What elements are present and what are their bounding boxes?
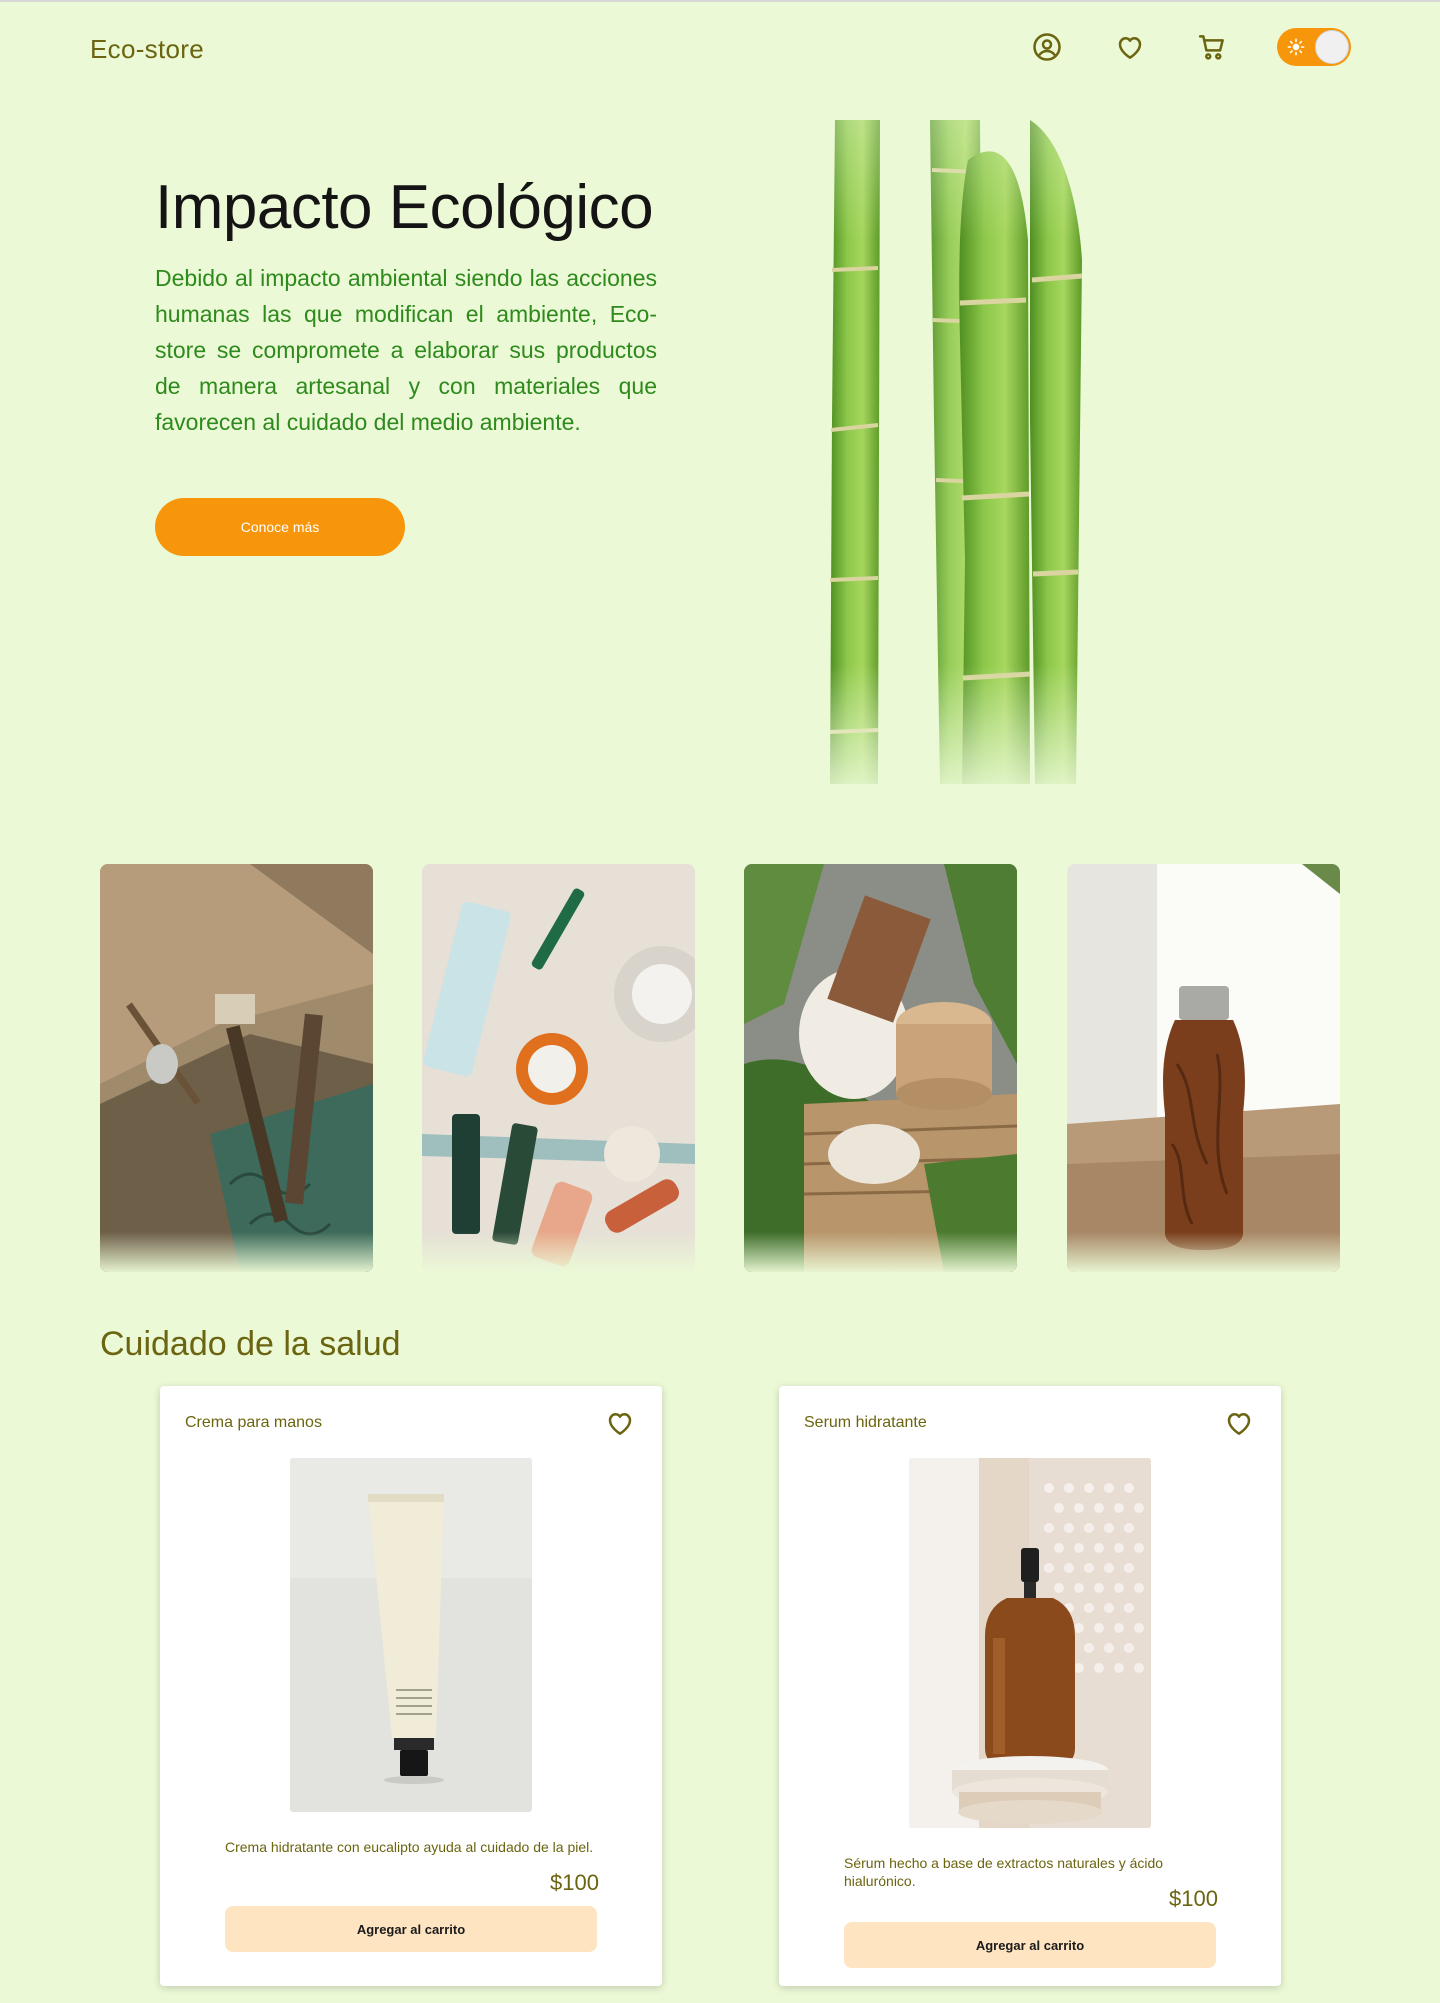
- product-image-hand-cream[interactable]: [290, 1458, 532, 1812]
- cart-icon[interactable]: [1195, 30, 1229, 64]
- hero-title: Impacto Ecológico: [155, 173, 654, 242]
- hero-description: Debido al impacto ambiental siendo las a…: [155, 265, 657, 435]
- product-card: Serum hidratante Sérum hecho a base de e…: [779, 1386, 1281, 1986]
- product-card: Crema para manos Crema hidratante con eu…: [160, 1386, 662, 1986]
- favorite-heart-icon[interactable]: [1224, 1408, 1256, 1440]
- site-header: Eco-store: [0, 2, 1440, 102]
- gallery-image-water-bottle[interactable]: [1067, 864, 1340, 1272]
- product-description: Crema hidratante con eucalipto ayuda al …: [225, 1839, 594, 1855]
- product-description: Sérum hecho a base de extractos naturale…: [844, 1855, 1164, 1889]
- sun-icon: [1287, 38, 1305, 56]
- user-account-icon[interactable]: [1030, 30, 1064, 64]
- add-to-cart-button[interactable]: Agregar al carrito: [844, 1922, 1216, 1968]
- product-image-serum[interactable]: [909, 1458, 1151, 1828]
- learn-more-button[interactable]: Conoce más: [155, 498, 405, 556]
- product-price: $100: [1169, 1886, 1218, 1911]
- brand-logo[interactable]: Eco-store: [90, 34, 204, 65]
- section-title: Cuidado de la salud: [100, 1325, 401, 1363]
- gallery-strip: [100, 864, 1340, 1272]
- product-price: $100: [550, 1870, 599, 1895]
- product-name[interactable]: Serum hidratante: [804, 1414, 927, 1432]
- toggle-knob[interactable]: [1315, 30, 1349, 64]
- gallery-image-toothbrushes[interactable]: [100, 864, 373, 1272]
- gallery-image-skincare[interactable]: [422, 864, 695, 1272]
- add-to-cart-button[interactable]: Agregar al carrito: [225, 1906, 597, 1952]
- favorites-heart-icon[interactable]: [1113, 30, 1147, 64]
- favorite-heart-icon[interactable]: [605, 1408, 637, 1440]
- gallery-image-gift-set[interactable]: [744, 864, 1017, 1272]
- hero-bamboo-image: [829, 120, 1110, 785]
- product-name[interactable]: Crema para manos: [185, 1414, 322, 1432]
- theme-toggle[interactable]: [1277, 28, 1351, 66]
